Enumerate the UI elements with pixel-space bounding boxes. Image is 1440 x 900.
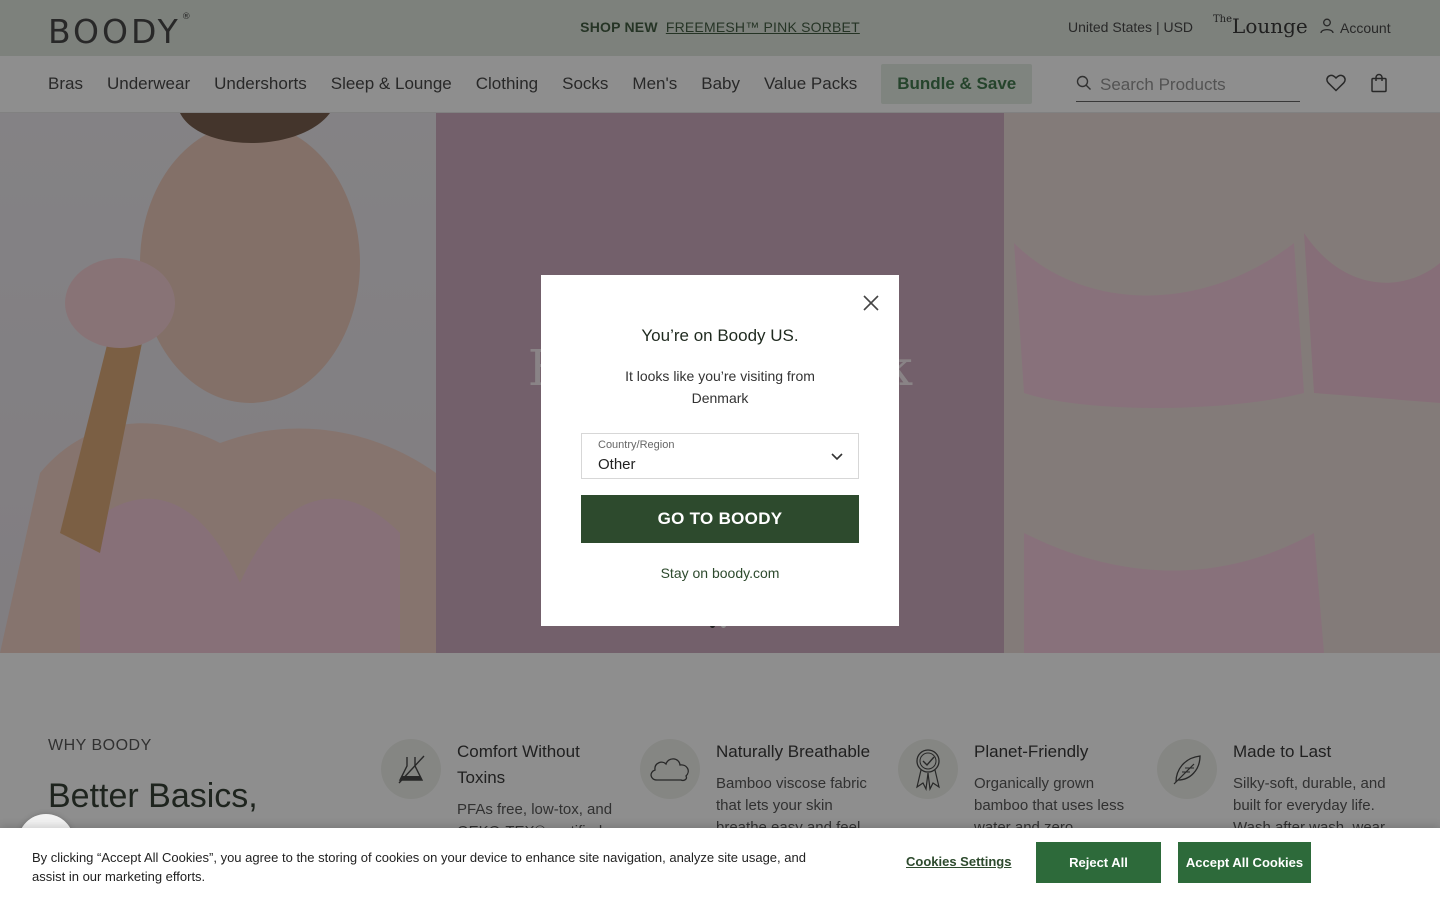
select-label: Country/Region bbox=[598, 439, 675, 451]
chevron-down-icon bbox=[830, 449, 844, 468]
cookie-banner: By clicking “Accept All Cookies”, you ag… bbox=[0, 828, 1440, 900]
cookie-message: By clicking “Accept All Cookies”, you ag… bbox=[32, 850, 806, 884]
region-modal: You’re on Boody US. It looks like you’re… bbox=[541, 275, 899, 626]
go-to-boody-button[interactable]: GO TO BOODY bbox=[581, 495, 859, 543]
select-value: Other bbox=[598, 456, 636, 473]
modal-title: You’re on Boody US. bbox=[641, 326, 799, 345]
accept-all-cookies-button[interactable]: Accept All Cookies bbox=[1178, 842, 1311, 883]
cookie-settings-link[interactable]: Cookies Settings bbox=[906, 854, 1011, 869]
modal-message: It looks like you’re visiting from Denma… bbox=[625, 368, 815, 406]
country-region-select[interactable]: Country/Region Other bbox=[581, 433, 859, 479]
close-icon[interactable] bbox=[861, 293, 881, 313]
stay-on-site-link[interactable]: Stay on boody.com bbox=[541, 565, 899, 581]
reject-all-button[interactable]: Reject All bbox=[1036, 842, 1161, 883]
